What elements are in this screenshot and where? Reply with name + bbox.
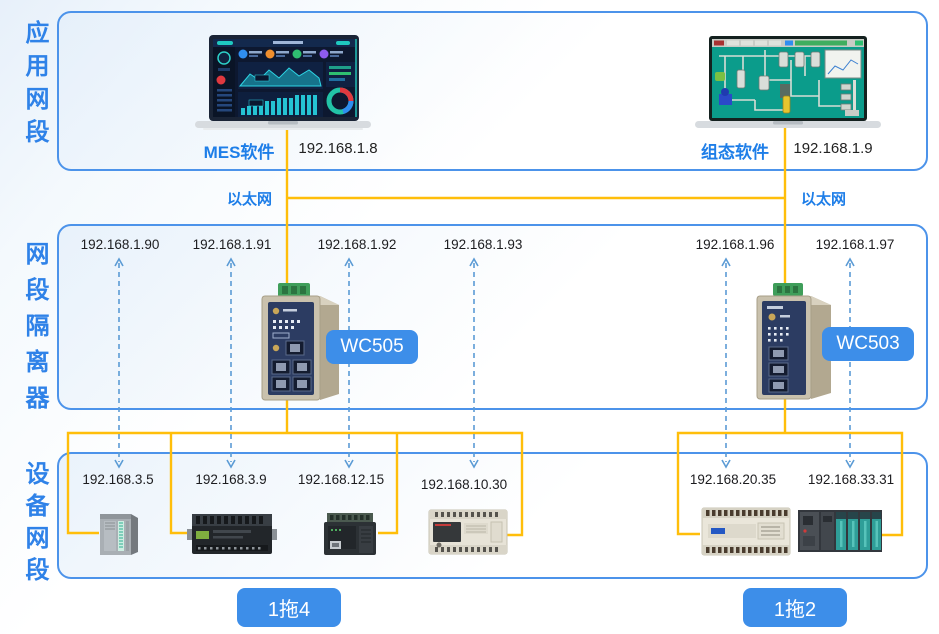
- one-to-two-badge: 1拖2: [743, 588, 847, 627]
- virtual-ip-3: 192.168.1.92: [318, 237, 397, 252]
- plc-compact-image: [322, 511, 378, 558]
- device-ip-3: 192.168.12.15: [298, 472, 384, 487]
- virtual-ip-1: 192.168.1.90: [81, 237, 160, 252]
- device-ip-6: 192.168.33.31: [808, 472, 894, 487]
- mes-laptop-image: [193, 34, 373, 130]
- mes-host-ip: 192.168.1.8: [298, 140, 377, 157]
- mes-host-label: MES软件: [204, 138, 275, 163]
- device-ip-5: 192.168.20.35: [690, 472, 776, 487]
- wc505-model-badge: WC505: [326, 330, 418, 364]
- virtual-ip-4: 192.168.1.93: [444, 237, 523, 252]
- plc-s7300-image: [97, 509, 141, 559]
- network-topology-diagram: 应用网段 网段隔离器 设备网段: [0, 0, 939, 634]
- scada-host-label: 组态软件: [701, 138, 769, 163]
- plc-rack-image: [796, 506, 884, 556]
- device-ip-4: 192.168.10.30: [421, 477, 507, 492]
- application-segment-label: 应用网段: [20, 20, 48, 152]
- plc-delta-image: [700, 504, 792, 559]
- plc-s7200-image: [186, 510, 278, 558]
- virtual-ip-5: 192.168.1.96: [696, 237, 775, 252]
- virtual-ip-6: 192.168.1.97: [816, 237, 895, 252]
- device-ip-1: 192.168.3.5: [82, 472, 153, 487]
- scada-host-ip: 192.168.1.9: [793, 140, 872, 157]
- isolator-segment-label: 网段隔离器: [20, 241, 48, 421]
- ethernet-label-right: 以太网: [801, 188, 846, 209]
- one-to-four-badge: 1拖4: [237, 588, 341, 627]
- scada-laptop-image: [695, 36, 881, 130]
- ethernet-label-left: 以太网: [227, 188, 272, 209]
- wc503-model-badge: WC503: [822, 327, 914, 361]
- virtual-ip-2: 192.168.1.91: [193, 237, 272, 252]
- device-ip-2: 192.168.3.9: [195, 472, 266, 487]
- device-segment-label: 设备网段: [20, 461, 48, 589]
- plc-fx-image: [427, 508, 509, 556]
